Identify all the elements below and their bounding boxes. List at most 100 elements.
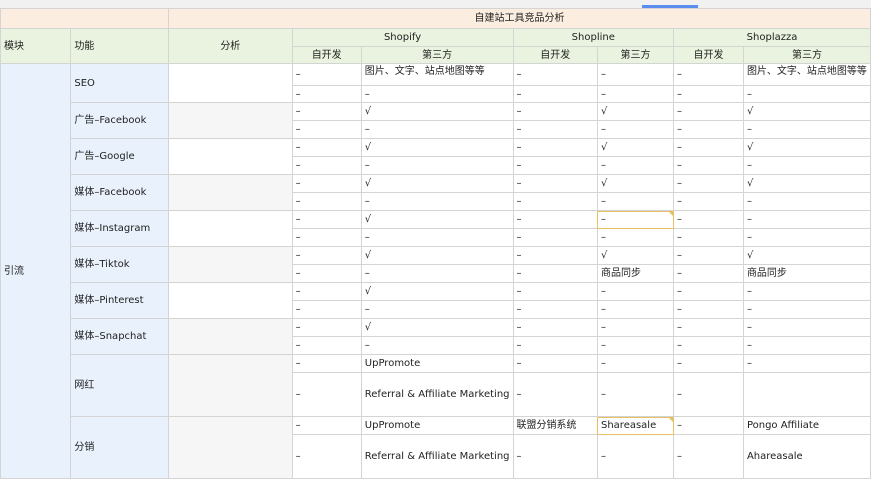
cell[interactable]: – <box>596 300 675 319</box>
cell[interactable]: – <box>291 300 362 319</box>
cell[interactable]: – <box>360 120 514 139</box>
fill-handle-icon[interactable] <box>668 417 673 422</box>
cell[interactable]: – <box>512 372 598 417</box>
cell[interactable]: – <box>360 192 514 211</box>
cell[interactable]: – <box>673 174 744 193</box>
cell[interactable]: – <box>291 102 362 121</box>
cell[interactable]: – <box>673 192 744 211</box>
cell[interactable]: √ <box>596 246 675 265</box>
feature-cell[interactable]: 媒体–Snapchat <box>70 318 170 355</box>
cell[interactable]: – <box>360 264 514 283</box>
cell[interactable]: – <box>512 63 598 86</box>
cell[interactable]: Referral & Affiliate Marketing <box>360 434 514 479</box>
cell[interactable]: – <box>742 300 871 319</box>
header-module[interactable]: 模块 <box>0 28 72 64</box>
cell[interactable]: – <box>512 120 598 139</box>
cell[interactable]: – <box>742 156 871 175</box>
feature-cell[interactable]: 网红 <box>70 354 170 417</box>
analysis-cell[interactable] <box>168 63 293 103</box>
cell[interactable]: – <box>742 354 871 373</box>
cell[interactable]: – <box>291 120 362 139</box>
header-analysis[interactable]: 分析 <box>168 28 293 64</box>
header-shoplazza[interactable]: Shoplazza <box>673 28 871 47</box>
cell[interactable]: – <box>673 102 744 121</box>
feature-cell[interactable]: 媒体–Instagram <box>70 210 170 247</box>
header-shopify-third-party[interactable]: 第三方 <box>360 46 514 64</box>
cell[interactable]: – <box>360 300 514 319</box>
cell[interactable]: – <box>512 318 598 337</box>
spreadsheet-grid[interactable]: 自建站工具竞品分析 模块 功能 分析 Shopify Shopline Shop… <box>0 0 871 494</box>
cell[interactable]: √ <box>742 246 871 265</box>
analysis-cell[interactable] <box>168 210 293 247</box>
feature-cell[interactable]: 分销 <box>70 416 170 479</box>
cell[interactable]: – <box>512 174 598 193</box>
cell[interactable]: – <box>512 85 598 103</box>
cell[interactable] <box>742 372 871 417</box>
cell[interactable]: – <box>291 318 362 337</box>
cell[interactable]: – <box>512 282 598 301</box>
cell[interactable]: – <box>673 210 744 229</box>
cell[interactable]: – <box>512 264 598 283</box>
cell[interactable]: – <box>360 156 514 175</box>
cell[interactable]: √ <box>596 138 675 157</box>
cell[interactable]: – <box>742 282 871 301</box>
cell[interactable]: – <box>512 192 598 211</box>
header-shoplazza-third-party[interactable]: 第三方 <box>742 46 871 64</box>
analysis-cell[interactable] <box>168 246 293 283</box>
cell[interactable]: – <box>596 63 675 86</box>
cell[interactable]: 商品同步 <box>742 264 871 283</box>
cell[interactable]: – <box>291 192 362 211</box>
cell[interactable]: √ <box>360 318 514 337</box>
cell[interactable]: – <box>512 246 598 265</box>
cell[interactable]: 联盟分销系统 <box>512 416 598 435</box>
cell[interactable]: – <box>673 156 744 175</box>
header-shopline-third-party[interactable]: 第三方 <box>596 46 675 64</box>
cell[interactable]: – <box>673 85 744 103</box>
cell[interactable]: √ <box>742 174 871 193</box>
cell[interactable]: – <box>512 138 598 157</box>
cell[interactable]: √ <box>360 246 514 265</box>
cell[interactable]: 图片、文字、站点地图等等 <box>742 63 871 86</box>
cell[interactable]: – <box>673 138 744 157</box>
cell[interactable]: – <box>291 138 362 157</box>
cell[interactable]: UpPromote <box>360 354 514 373</box>
header-feature[interactable]: 功能 <box>70 28 170 64</box>
feature-cell[interactable]: SEO <box>70 63 170 103</box>
cell[interactable]: – <box>673 416 744 435</box>
feature-cell[interactable]: 媒体–Tiktok <box>70 246 170 283</box>
cell[interactable]: – <box>673 282 744 301</box>
cell[interactable]: – <box>596 354 675 373</box>
analysis-cell[interactable] <box>168 318 293 355</box>
cell[interactable]: – <box>291 156 362 175</box>
cell[interactable]: – <box>512 434 598 479</box>
analysis-cell[interactable] <box>168 102 293 139</box>
cell[interactable]: – <box>742 318 871 337</box>
cell[interactable]: √ <box>360 282 514 301</box>
cell[interactable]: – <box>512 336 598 355</box>
cell[interactable]: – <box>673 300 744 319</box>
cell[interactable]: – <box>673 318 744 337</box>
cell[interactable]: – <box>742 336 871 355</box>
cell[interactable]: – <box>596 85 675 103</box>
cell[interactable]: – <box>742 210 871 229</box>
cell[interactable]: √ <box>360 138 514 157</box>
cell[interactable]: – <box>512 354 598 373</box>
cell[interactable]: – <box>596 192 675 211</box>
cell[interactable]: – <box>596 228 675 247</box>
cell[interactable]: – <box>291 354 362 373</box>
cell[interactable]: – <box>673 372 744 417</box>
header-shopify[interactable]: Shopify <box>291 28 514 47</box>
cell[interactable]: – <box>596 282 675 301</box>
cell[interactable]: – <box>673 264 744 283</box>
cell[interactable]: – <box>596 156 675 175</box>
cell[interactable]: – <box>742 228 871 247</box>
analysis-cell[interactable] <box>168 138 293 175</box>
cell[interactable]: √ <box>742 102 871 121</box>
cell[interactable]: – <box>673 63 744 86</box>
cell[interactable]: – <box>291 434 362 479</box>
feature-cell[interactable]: 广告–Google <box>70 138 170 175</box>
cell[interactable]: Referral & Affiliate Marketing <box>360 372 514 417</box>
cell[interactable]: – <box>596 434 675 479</box>
cell[interactable]: – <box>742 120 871 139</box>
cell[interactable]: – <box>673 336 744 355</box>
